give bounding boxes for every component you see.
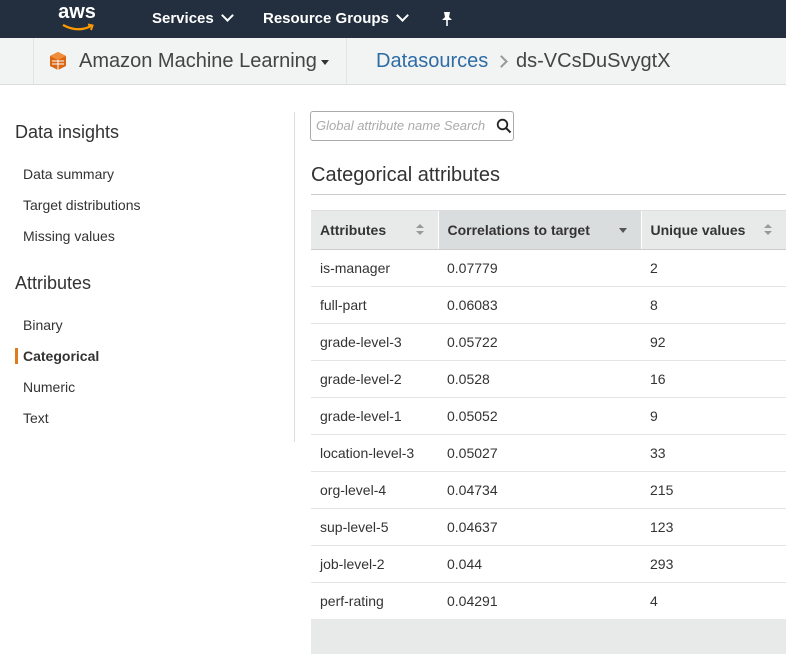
sort-descending-icon xyxy=(618,228,627,233)
section-divider xyxy=(311,194,786,195)
table-footer xyxy=(311,619,786,654)
machine-learning-icon xyxy=(50,52,66,70)
correlation-cell: 0.0528 xyxy=(438,360,641,398)
unique-values-cell: 92 xyxy=(641,323,786,361)
service-header: Amazon Machine Learning Datasources ds-V… xyxy=(0,38,786,85)
attribute-name-cell: org-level-4 xyxy=(311,471,438,509)
attribute-name-cell: grade-level-3 xyxy=(311,323,438,361)
column-label: Correlations to target xyxy=(447,222,590,238)
correlation-cell: 0.04734 xyxy=(438,471,641,509)
sort-icon xyxy=(415,224,424,236)
correlation-cell: 0.04291 xyxy=(438,582,641,620)
chevron-down-icon xyxy=(396,9,409,22)
unique-values-cell: 123 xyxy=(641,508,786,546)
correlation-cell: 0.06083 xyxy=(438,286,641,324)
attributes-heading: Attributes xyxy=(15,273,92,293)
resource-groups-label: Resource Groups xyxy=(263,10,389,27)
breadcrumb-datasources-link[interactable]: Datasources xyxy=(376,38,488,84)
chevron-down-icon xyxy=(220,9,234,22)
column-label: Attributes xyxy=(320,222,387,238)
correlation-cell: 0.044 xyxy=(438,545,641,583)
attribute-name-cell: sup-level-5 xyxy=(311,508,438,546)
service-switcher[interactable]: Amazon Machine Learning xyxy=(33,38,347,84)
attributes-table: Attributes Correlations to target Unique… xyxy=(311,210,786,620)
chevron-right-icon xyxy=(495,55,508,68)
table-row[interactable]: grade-level-1 0.05052 9 xyxy=(311,397,786,435)
correlation-cell: 0.05027 xyxy=(438,434,641,472)
column-header-unique-values[interactable]: Unique values xyxy=(640,210,786,250)
table-row[interactable]: full-part 0.06083 8 xyxy=(311,286,786,324)
unique-values-cell: 215 xyxy=(641,471,786,509)
correlation-cell: 0.05052 xyxy=(438,397,641,435)
correlation-cell: 0.05722 xyxy=(438,323,641,361)
services-menu[interactable]: Services xyxy=(152,0,234,38)
table-row[interactable]: job-level-2 0.044 293 xyxy=(311,545,786,583)
sidebar-item-data-summary[interactable]: Data summary xyxy=(23,166,114,182)
aws-logo[interactable]: aws xyxy=(56,1,98,35)
active-indicator xyxy=(15,348,18,364)
table-row[interactable]: grade-level-3 0.05722 92 xyxy=(311,323,786,361)
column-header-correlations[interactable]: Correlations to target xyxy=(437,210,641,250)
unique-values-cell: 4 xyxy=(641,582,786,620)
attribute-name-cell: grade-level-2 xyxy=(311,360,438,398)
correlation-cell: 0.07779 xyxy=(438,249,641,287)
unique-values-cell: 9 xyxy=(641,397,786,435)
sidebar-item-target-distributions[interactable]: Target distributions xyxy=(23,197,141,213)
pin-icon[interactable] xyxy=(440,11,454,27)
unique-values-cell: 2 xyxy=(641,249,786,287)
attribute-name-cell: grade-level-1 xyxy=(311,397,438,435)
table-row[interactable]: sup-level-5 0.04637 123 xyxy=(311,508,786,546)
attribute-name-cell: job-level-2 xyxy=(311,545,438,583)
breadcrumb-current: ds-VCsDuSvygtX xyxy=(516,50,671,72)
table-row[interactable]: is-manager 0.07779 2 xyxy=(311,249,786,287)
unique-values-cell: 16 xyxy=(641,360,786,398)
unique-values-cell: 33 xyxy=(641,434,786,472)
table-row[interactable]: grade-level-2 0.0528 16 xyxy=(311,360,786,398)
sidebar-item-binary[interactable]: Binary xyxy=(23,317,63,333)
attribute-name-cell: is-manager xyxy=(311,249,438,287)
attribute-search xyxy=(310,111,514,141)
table-header-row: Attributes Correlations to target Unique… xyxy=(311,210,786,250)
sidebar-item-numeric[interactable]: Numeric xyxy=(23,379,75,395)
services-label: Services xyxy=(152,10,214,27)
top-nav-bar: aws Services Resource Groups xyxy=(0,0,786,38)
table-row[interactable]: perf-rating 0.04291 4 xyxy=(311,582,786,620)
section-title: Categorical attributes xyxy=(311,164,500,186)
table-row[interactable]: location-level-3 0.05027 33 xyxy=(311,434,786,472)
aws-smile-icon xyxy=(62,23,94,31)
table-row[interactable]: org-level-4 0.04734 215 xyxy=(311,471,786,509)
sidebar-item-missing-values[interactable]: Missing values xyxy=(23,228,115,244)
sidebar-item-categorical[interactable]: Categorical xyxy=(23,348,99,364)
attribute-name-cell: full-part xyxy=(311,286,438,324)
correlation-cell: 0.04637 xyxy=(438,508,641,546)
data-insights-heading: Data insights xyxy=(15,122,120,142)
column-header-attributes[interactable]: Attributes xyxy=(311,210,438,250)
attribute-name-cell: perf-rating xyxy=(311,582,438,620)
caret-down-icon xyxy=(321,60,329,65)
sidebar-item-text[interactable]: Text xyxy=(23,410,49,426)
attribute-name-cell: location-level-3 xyxy=(311,434,438,472)
unique-values-cell: 8 xyxy=(641,286,786,324)
search-icon[interactable] xyxy=(496,118,512,134)
service-name: Amazon Machine Learning xyxy=(79,50,317,72)
resource-groups-menu[interactable]: Resource Groups xyxy=(263,0,409,38)
attribute-search-input[interactable] xyxy=(316,118,492,133)
aws-logo-text: aws xyxy=(58,1,96,23)
sidebar-divider xyxy=(294,112,295,442)
sort-icon xyxy=(764,224,772,236)
unique-values-cell: 293 xyxy=(641,545,786,583)
column-label: Unique values xyxy=(650,222,746,238)
